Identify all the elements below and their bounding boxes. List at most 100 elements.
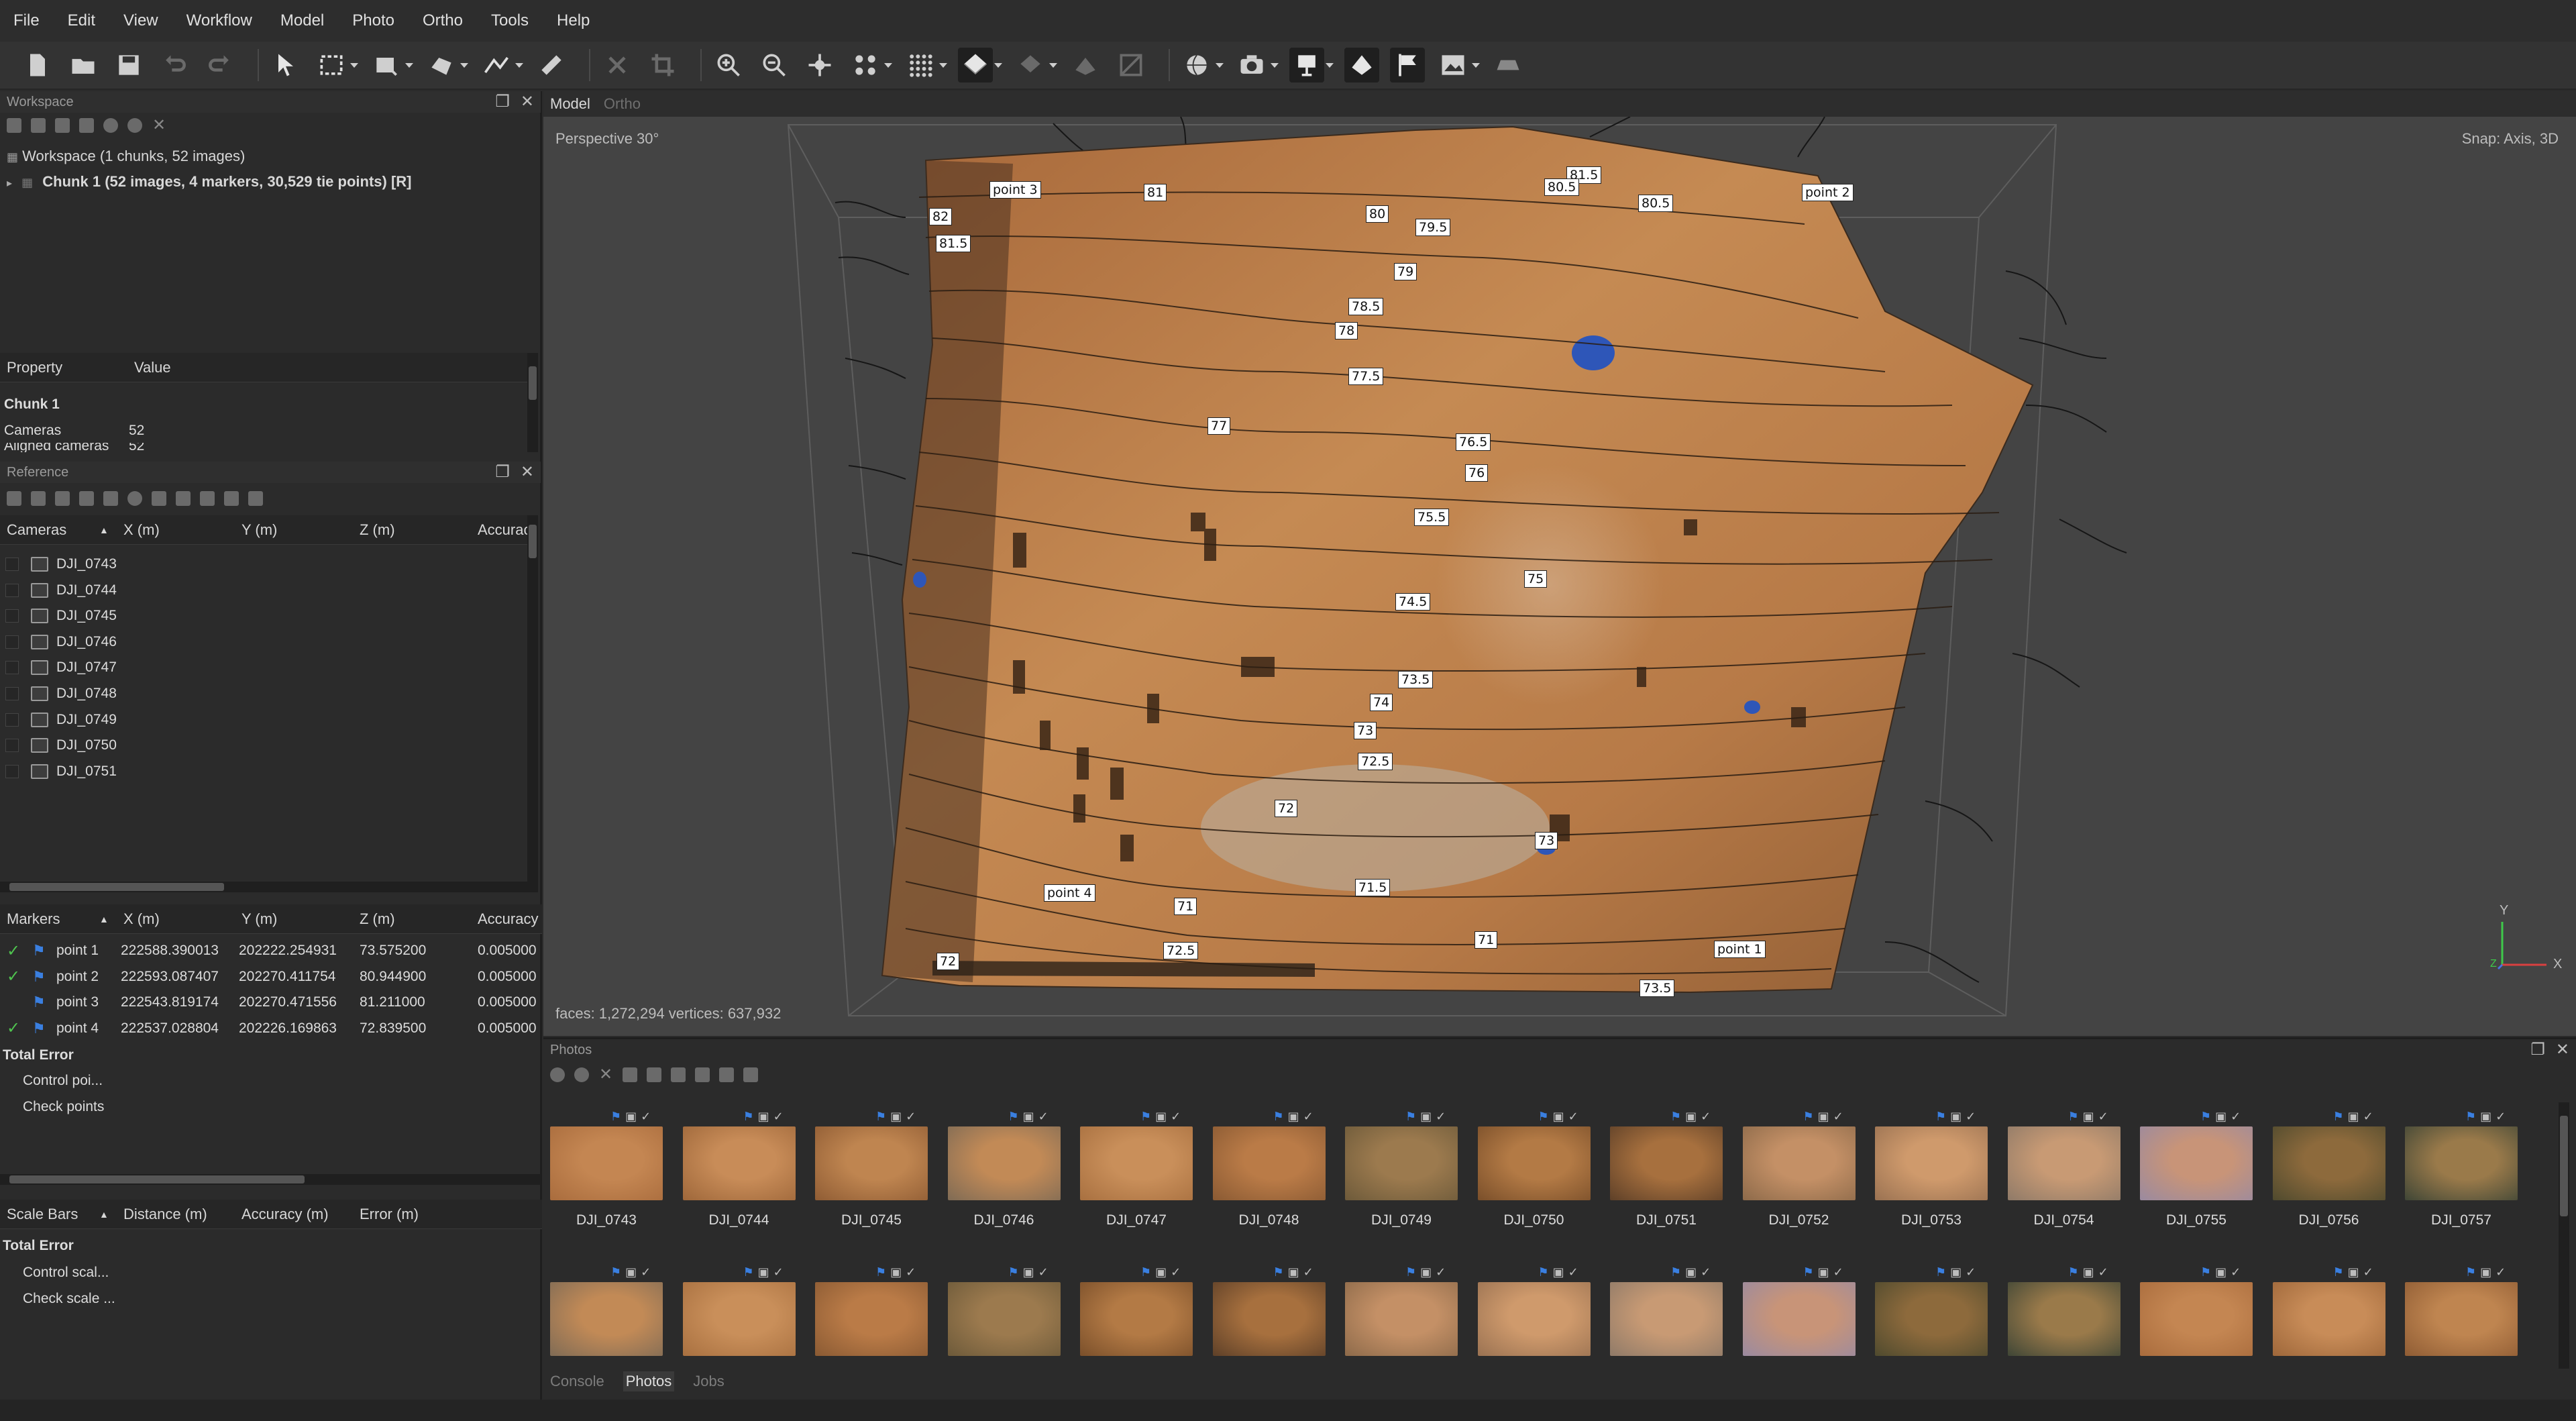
dem-icon[interactable]: [1068, 48, 1103, 83]
reset-filter-icon[interactable]: [719, 1067, 734, 1082]
dense-cloud-icon[interactable]: [903, 48, 938, 83]
camera-checkbox[interactable]: [5, 687, 19, 700]
model-textured-icon[interactable]: [958, 48, 993, 83]
photo-thumbnail[interactable]: ⚑ ▣ ✓ DJI_0754: [2007, 1109, 2121, 1243]
undock-icon[interactable]: ❐: [2530, 1039, 2545, 1061]
photo-thumbnail[interactable]: ⚑ ▣ ✓ DJI_0744: [682, 1109, 796, 1243]
convert-icon[interactable]: [79, 491, 94, 506]
marker-label-point1[interactable]: point 1: [1714, 941, 1766, 958]
mask-icon[interactable]: [695, 1067, 710, 1082]
crop-selection-icon[interactable]: [645, 48, 680, 83]
camera-row[interactable]: DJI_0746: [0, 629, 527, 655]
reset-view-icon[interactable]: [802, 48, 837, 83]
save-icon[interactable]: [111, 48, 146, 83]
workspace-root[interactable]: ▦ Workspace (1 chunks, 52 images): [7, 148, 245, 165]
cameras-col-header[interactable]: Cameras: [7, 521, 66, 539]
camera-row[interactable]: DJI_0748: [0, 681, 527, 706]
menu-file[interactable]: File: [13, 11, 40, 30]
photo-thumbnail[interactable]: ⚑ ▣ ✓ DJI_0751: [1610, 1109, 1723, 1243]
redo-icon[interactable]: [203, 48, 237, 83]
accuracy-col-header[interactable]: Accuracy: [478, 910, 538, 928]
settings-icon[interactable]: [127, 491, 142, 506]
import-icon[interactable]: [7, 491, 21, 506]
markers-scrollbar-h[interactable]: [0, 1174, 541, 1185]
chunk-item[interactable]: ▸ ▦ Chunk 1 (52 images, 4 markers, 30,52…: [7, 173, 412, 191]
camera-checkbox[interactable]: [5, 713, 19, 727]
cameras-scrollbar-v[interactable]: [527, 515, 538, 882]
tab-console[interactable]: Console: [547, 1371, 607, 1391]
open-folder-icon[interactable]: [66, 48, 101, 83]
rotate-left-icon[interactable]: [623, 1067, 637, 1082]
photo-thumbnail[interactable]: ⚑ ▣ ✓: [1742, 1265, 1856, 1359]
photo-thumbnail[interactable]: ⚑ ▣ ✓: [2140, 1265, 2253, 1359]
photo-thumbnail[interactable]: ⚑ ▣ ✓: [2272, 1265, 2385, 1359]
photo-thumbnail[interactable]: ⚑ ▣ ✓ DJI_0745: [815, 1109, 928, 1243]
undo-icon[interactable]: [157, 48, 192, 83]
ruler-icon[interactable]: [534, 48, 569, 83]
camera-row[interactable]: DJI_0747: [0, 655, 527, 680]
marker-row[interactable]: ⚑ point 3 222543.819174 202270.471556 81.211…: [0, 990, 542, 1015]
marker-checkbox[interactable]: ✓: [7, 1018, 20, 1038]
accuracy-col-header[interactable]: Accuracy (m): [241, 1206, 329, 1223]
cameras-scrollbar-h[interactable]: [0, 882, 538, 892]
photo-thumbnail[interactable]: ⚑ ▣ ✓: [1477, 1265, 1591, 1359]
model-dropdown[interactable]: [994, 48, 1001, 83]
z-col-header[interactable]: Z (m): [360, 910, 395, 928]
close-icon[interactable]: ✕: [2556, 1039, 2569, 1061]
y-col-header[interactable]: Y (m): [241, 521, 277, 539]
photo-thumbnail[interactable]: ⚑ ▣ ✓ DJI_0743: [550, 1109, 663, 1243]
show-points-icon[interactable]: [848, 48, 883, 83]
show-region-icon[interactable]: [1491, 48, 1525, 83]
expand-arrow-icon[interactable]: ▸: [7, 178, 12, 189]
markers-col-header[interactable]: Markers: [7, 910, 60, 928]
photo-thumbnail[interactable]: ⚑ ▣ ✓ DJI_0757: [2405, 1109, 2518, 1243]
photo-thumbnail[interactable]: ⚑ ▣ ✓ DJI_0756: [2272, 1109, 2385, 1243]
globe-dropdown[interactable]: [1216, 48, 1222, 83]
close-icon[interactable]: ✕: [521, 91, 534, 113]
camera-checkbox[interactable]: [5, 635, 19, 649]
marker-checkbox[interactable]: ✓: [7, 967, 20, 986]
dense-cloud-dropdown[interactable]: [939, 48, 946, 83]
bookmark-icon[interactable]: [224, 491, 239, 506]
marker-label-point4[interactable]: point 4: [1044, 884, 1095, 902]
menu-workflow[interactable]: Workflow: [186, 11, 252, 30]
y-col-header[interactable]: Y (m): [241, 910, 277, 928]
draw-shape-dropdown[interactable]: [405, 48, 412, 83]
photo-thumbnail[interactable]: ⚑ ▣ ✓: [1212, 1265, 1326, 1359]
photo-thumbnail[interactable]: ⚑ ▣ ✓ DJI_0750: [1477, 1109, 1591, 1243]
check-scalebars-row[interactable]: Check scale ...: [0, 1286, 542, 1312]
distance-col-header[interactable]: Distance (m): [123, 1206, 207, 1223]
photo-thumbnail[interactable]: ⚑ ▣ ✓: [2007, 1265, 2121, 1359]
undock-icon[interactable]: ❐: [495, 462, 510, 483]
draw-polygon-icon[interactable]: [424, 48, 459, 83]
disable-icon[interactable]: [127, 118, 142, 133]
rectangle-selection-icon[interactable]: [314, 48, 349, 83]
tab-ortho[interactable]: Ortho: [597, 95, 647, 113]
error-col-header[interactable]: Error (m): [360, 1206, 419, 1223]
add-chunk-icon[interactable]: [7, 118, 21, 133]
camera-row[interactable]: DJI_0749: [0, 707, 527, 733]
orthomosaic-icon[interactable]: [1114, 48, 1148, 83]
enable-icon[interactable]: [103, 118, 118, 133]
add-photos-icon[interactable]: [31, 118, 46, 133]
zoom-out-icon[interactable]: [757, 48, 792, 83]
draw-shape-icon[interactable]: [369, 48, 404, 83]
menu-help[interactable]: Help: [557, 11, 590, 30]
view-estimated-icon[interactable]: [176, 491, 191, 506]
delete-selection-icon[interactable]: [600, 48, 635, 83]
draw-polyline-icon[interactable]: [479, 48, 514, 83]
export-icon[interactable]: [31, 491, 46, 506]
clear-icon[interactable]: [55, 491, 70, 506]
photo-thumbnail[interactable]: ⚑ ▣ ✓ DJI_0747: [1080, 1109, 1193, 1243]
photo-thumbnail[interactable]: ⚑ ▣ ✓ DJI_0752: [1742, 1109, 1856, 1243]
tools-icon[interactable]: [248, 491, 263, 506]
photo-thumbnail[interactable]: ⚑ ▣ ✓: [1875, 1265, 1988, 1359]
globe-icon[interactable]: [1179, 48, 1214, 83]
photo-thumbnail[interactable]: ⚑ ▣ ✓: [1345, 1265, 1458, 1359]
tab-photos[interactable]: Photos: [623, 1371, 675, 1391]
camera-checkbox[interactable]: [5, 661, 19, 675]
draw-polygon-dropdown[interactable]: [460, 48, 467, 83]
photo-thumbnail[interactable]: ⚑ ▣ ✓: [2405, 1265, 2518, 1359]
control-points-row[interactable]: Control poi...: [0, 1068, 542, 1094]
camera-row[interactable]: DJI_0743: [0, 551, 527, 577]
